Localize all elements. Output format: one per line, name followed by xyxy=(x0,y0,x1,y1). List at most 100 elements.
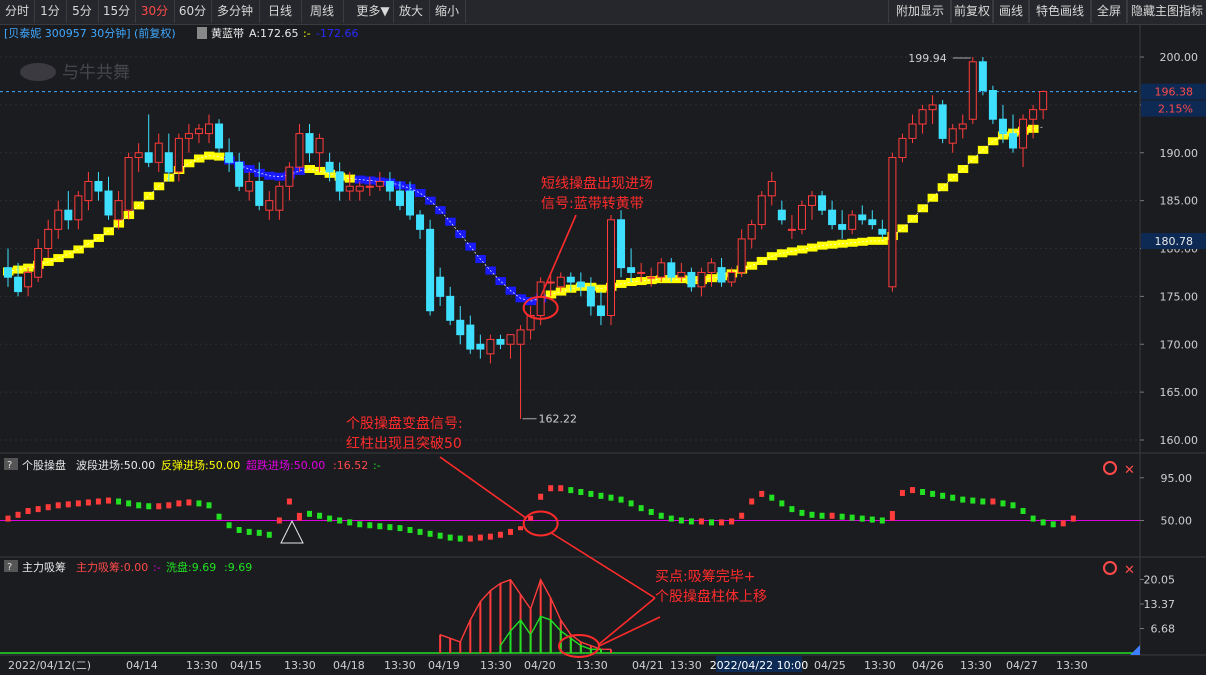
osc-dash xyxy=(819,512,825,519)
osc-dash xyxy=(106,497,111,504)
toolbar-right-4[interactable]: 全屏 xyxy=(1090,0,1128,23)
osc-dash xyxy=(698,518,704,525)
price-tick: 200.00 xyxy=(1160,51,1199,64)
osc-dash xyxy=(437,532,443,539)
tab-4[interactable]: 30分 xyxy=(135,0,175,23)
candle-body xyxy=(677,271,686,278)
tab-3[interactable]: 15分 xyxy=(98,0,136,23)
callout-buy-2: 个股操盘柱体上移 xyxy=(655,588,767,605)
osc-dash xyxy=(276,517,282,524)
band-segment xyxy=(63,250,74,259)
band-segment xyxy=(927,193,939,202)
toolbar: 分时 1分 5分 15分 30分 60分 多分钟 日线 周线 更多▼ 放大 缩小 附加显示 前复权 画线 特色… xyxy=(0,0,1206,25)
candle-body xyxy=(54,209,63,230)
osc-dash xyxy=(980,498,986,505)
tab-0[interactable]: 分时 xyxy=(0,0,35,23)
osc-dash xyxy=(879,517,885,524)
candle-body xyxy=(898,137,907,159)
candle-body xyxy=(486,338,495,355)
band-segment xyxy=(796,245,808,254)
osc-dash xyxy=(256,529,262,536)
time-label: 2022/04/12(二) xyxy=(8,659,91,672)
candle-body xyxy=(627,267,636,273)
indicator-b: -172.66 xyxy=(316,27,358,40)
band-segment xyxy=(867,236,878,245)
candle-body xyxy=(466,324,475,350)
tab-7[interactable]: 日线 xyxy=(259,0,302,23)
candle-body xyxy=(205,123,213,135)
time-label: 04/27 xyxy=(1006,659,1038,672)
candle-body xyxy=(1029,109,1038,120)
time-label: 04/26 xyxy=(912,659,944,672)
osc-dash xyxy=(266,531,272,538)
osc-dash xyxy=(55,502,61,509)
time-label: 13:30 xyxy=(480,659,512,672)
candle-body xyxy=(124,157,133,211)
band-segment xyxy=(776,249,788,258)
time-label: 04/21 xyxy=(632,659,664,672)
panel1-l3: 超跌进场:50.00 xyxy=(246,458,325,472)
osc-dash xyxy=(286,498,292,505)
callout-buy-1: 买点:吸筹完毕+ xyxy=(655,568,755,585)
change-pct: 2.15% xyxy=(1158,103,1193,116)
candle-body xyxy=(335,171,344,192)
osc-dash xyxy=(628,500,634,507)
osc-dash xyxy=(749,498,755,505)
tab-1[interactable]: 1分 xyxy=(34,0,67,23)
osc-dash xyxy=(729,518,735,525)
toolbar-right-1[interactable]: 前复权 xyxy=(950,0,994,23)
tab-5[interactable]: 60分 xyxy=(174,0,212,23)
close-icon-1: ✕ xyxy=(1124,463,1135,478)
osc-dash xyxy=(45,504,51,511)
time-label: 04/19 xyxy=(428,659,460,672)
osc-dash xyxy=(95,498,101,505)
candle-body xyxy=(828,209,837,226)
candle-body xyxy=(94,180,103,192)
tab-11[interactable]: 缩小 xyxy=(429,0,466,23)
candle-body xyxy=(24,271,33,288)
osc-dash xyxy=(920,489,926,495)
candle-body xyxy=(566,276,575,283)
osc-dash xyxy=(1020,508,1026,514)
highlight-price: 180.78 xyxy=(1155,235,1194,248)
osc-dash xyxy=(548,485,554,492)
tab-9[interactable]: 更多▼ xyxy=(353,0,394,23)
candle-body xyxy=(14,276,23,293)
toolbar-right-3[interactable]: 特色画线 xyxy=(1028,0,1092,23)
candle-body xyxy=(908,123,917,139)
toolbar-right-5[interactable]: 隐藏主图指标 xyxy=(1126,0,1206,23)
band-segment xyxy=(183,159,195,168)
osc-dash xyxy=(558,485,564,492)
time-label: 13:30 xyxy=(1056,659,1088,672)
high-label: 199.94 xyxy=(908,52,947,65)
toolbar-right-2[interactable]: 画线 xyxy=(992,0,1030,23)
tab-8[interactable]: 周线 xyxy=(301,0,344,23)
osc-dash xyxy=(809,511,815,518)
time-label: 13:30 xyxy=(960,659,992,672)
tab-2[interactable]: 5分 xyxy=(66,0,99,23)
candle-body xyxy=(265,200,274,211)
candle-body xyxy=(938,104,947,139)
candle-body xyxy=(918,109,927,125)
time-label: 13:30 xyxy=(384,659,416,672)
osc-dash xyxy=(1030,515,1036,522)
tab-10[interactable]: 放大 xyxy=(393,0,430,23)
osc-dash xyxy=(85,499,91,506)
osc-dash xyxy=(638,505,644,512)
osc-dash xyxy=(608,494,614,501)
osc-dash xyxy=(1000,500,1006,507)
time-label: 13:30 xyxy=(670,659,702,672)
candle-body xyxy=(576,281,585,288)
osc-dash xyxy=(1070,515,1076,522)
toolbar-right-0[interactable]: 附加显示 xyxy=(888,0,952,23)
candle-body xyxy=(375,180,384,187)
panel2-tick: 6.68 xyxy=(1151,623,1176,636)
osc-dash xyxy=(739,512,745,519)
candle-body xyxy=(737,238,746,273)
osc-dash xyxy=(146,503,152,510)
candle-body xyxy=(315,137,324,154)
indicator-name: 黄蓝带 xyxy=(211,26,244,40)
tab-6[interactable]: 多分钟 xyxy=(211,0,260,23)
osc-dash xyxy=(65,501,71,508)
candle-body xyxy=(667,262,676,278)
